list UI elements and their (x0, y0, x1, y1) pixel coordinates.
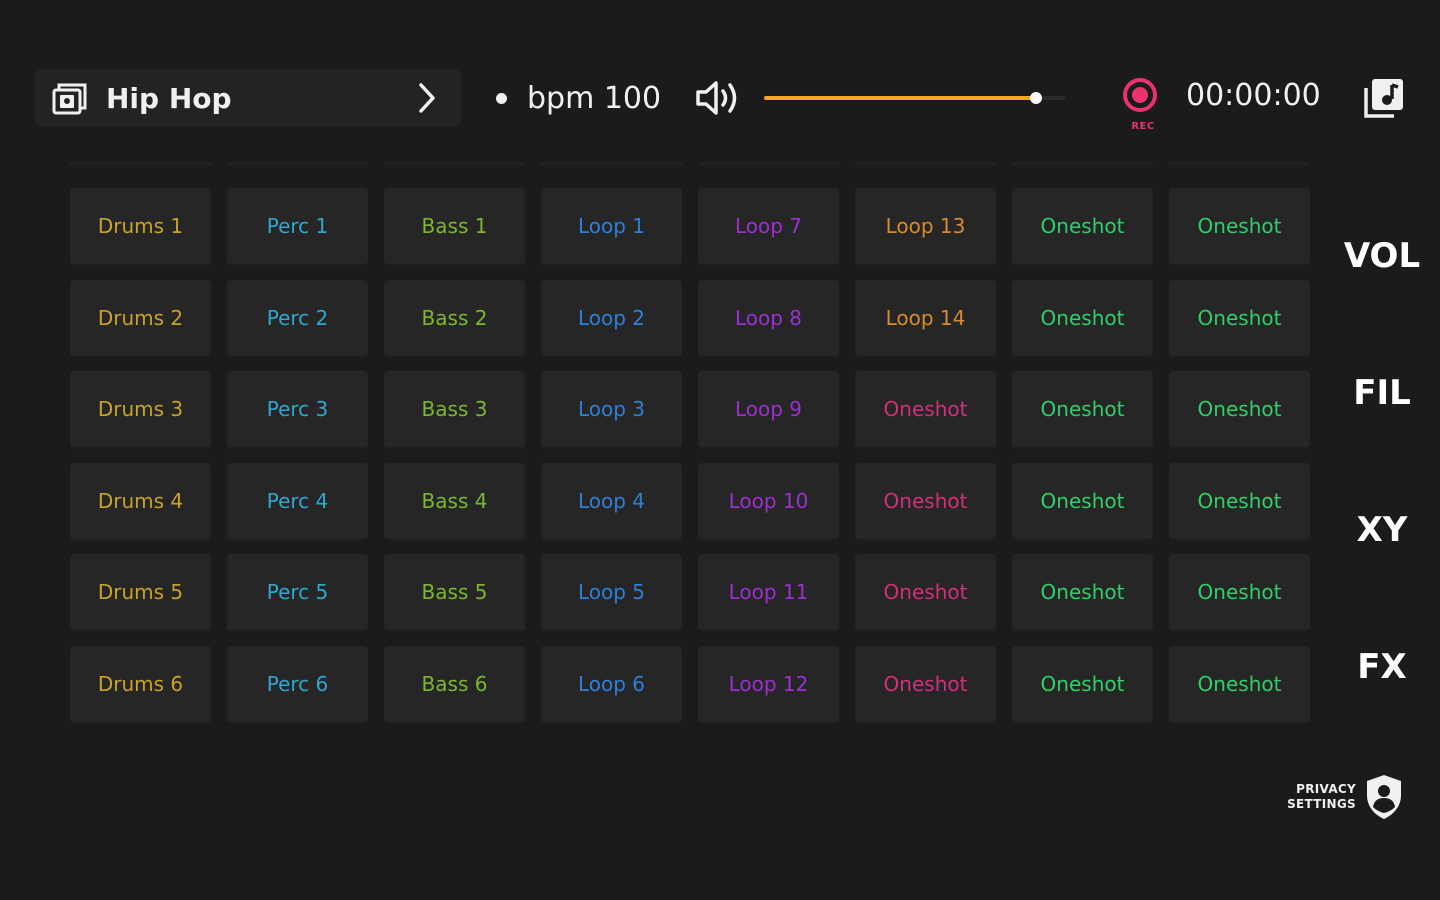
preset-name: Hip Hop (106, 81, 232, 115)
sample-pad[interactable]: Perc 3 (227, 371, 368, 447)
sample-pad[interactable]: Drums 1 (70, 188, 211, 264)
sample-pad[interactable]: Oneshot (1012, 371, 1153, 447)
privacy-shield-icon (1362, 772, 1406, 822)
sample-pad[interactable]: Bass 1 (384, 188, 525, 264)
recording-timer: 00:00:00 (1186, 78, 1321, 113)
sample-pad[interactable]: Loop 9 (698, 371, 839, 447)
speaker-volume-icon[interactable] (694, 76, 746, 120)
sample-pad[interactable]: Oneshot (1169, 645, 1310, 722)
sample-pad[interactable]: Loop 14 (855, 279, 996, 356)
sample-pad[interactable]: Bass 6 (384, 645, 525, 722)
column-guide (70, 162, 211, 165)
sample-pad[interactable]: Loop 2 (541, 279, 682, 356)
slider-fill (764, 96, 1036, 100)
tab-xy-pad[interactable]: XY (1330, 510, 1434, 550)
sample-pad[interactable]: Oneshot (1012, 645, 1153, 722)
privacy-settings-label: PRIVACY SETTINGS (1282, 782, 1356, 812)
column-guide (541, 162, 682, 165)
sample-pad[interactable]: Loop 10 (698, 462, 839, 539)
column-guide (384, 162, 525, 165)
sample-pad[interactable]: Loop 1 (541, 188, 682, 264)
record-button[interactable]: REC (1118, 76, 1168, 142)
sample-pad[interactable]: Loop 13 (855, 188, 996, 264)
sample-pad[interactable]: Oneshot (1012, 462, 1153, 539)
sample-pad[interactable]: Oneshot (1012, 188, 1153, 264)
sample-pad[interactable]: Loop 3 (541, 371, 682, 447)
sample-pad[interactable]: Oneshot (1169, 554, 1310, 630)
chevron-right-icon[interactable] (406, 78, 446, 118)
sample-pad[interactable]: Oneshot (855, 554, 996, 630)
preset-selector[interactable]: Hip Hop (34, 69, 462, 127)
sample-pad-area: Drums 1 Perc 1 Bass 1 Loop 1 Loop 7 Loop 13 On… (70, 160, 1310, 740)
column-guide (227, 162, 368, 165)
record-icon (1132, 87, 1148, 103)
column-guide (1169, 162, 1310, 165)
sample-pad[interactable]: Oneshot (855, 645, 996, 722)
sample-pad[interactable]: Loop 12 (698, 645, 839, 722)
sample-pad[interactable]: Perc 1 (227, 188, 368, 264)
sample-pad[interactable]: Oneshot (1012, 554, 1153, 630)
bpm-label: bpm 100 (527, 80, 662, 116)
sample-pad[interactable]: Oneshot (1169, 188, 1310, 264)
sample-pad[interactable]: Oneshot (1169, 279, 1310, 356)
column-guide (1012, 162, 1153, 165)
sample-pad[interactable]: Bass 2 (384, 279, 525, 356)
sample-pad[interactable]: Loop 8 (698, 279, 839, 356)
sample-pad[interactable]: Perc 5 (227, 554, 368, 630)
tab-filter[interactable]: FIL (1330, 373, 1434, 413)
sample-pad[interactable]: Loop 6 (541, 645, 682, 722)
sample-pad[interactable]: Loop 4 (541, 462, 682, 539)
privacy-label-line1: PRIVACY (1296, 782, 1356, 796)
sample-pad[interactable]: Bass 5 (384, 554, 525, 630)
sample-pad-grid: Drums 1 Perc 1 Bass 1 Loop 1 Loop 7 Loop 13 On… (70, 188, 1310, 722)
sample-pad[interactable]: Perc 4 (227, 462, 368, 539)
sample-pad[interactable]: Drums 5 (70, 554, 211, 630)
pad-column-guides (70, 162, 1310, 166)
sample-pad[interactable]: Loop 11 (698, 554, 839, 630)
sample-pack-icon (50, 78, 90, 118)
sample-pad[interactable]: Oneshot (855, 371, 996, 447)
bpm-control[interactable]: bpm 100 (496, 78, 661, 118)
privacy-settings-button[interactable]: PRIVACY SETTINGS (1282, 770, 1412, 824)
top-bar: Hip Hop bpm 100 REC 00:00:00 (0, 0, 1440, 150)
sample-pad[interactable]: Oneshot (1169, 462, 1310, 539)
tab-volume[interactable]: VOL (1330, 236, 1434, 276)
sample-pad[interactable]: Perc 2 (227, 279, 368, 356)
sample-pad[interactable]: Oneshot (855, 462, 996, 539)
tempo-indicator-dot (496, 92, 507, 104)
record-label: REC (1131, 121, 1155, 132)
tab-effects[interactable]: FX (1330, 647, 1434, 687)
sample-pad[interactable]: Loop 5 (541, 554, 682, 630)
music-library-icon[interactable] (1360, 74, 1408, 122)
sample-pad[interactable]: Drums 2 (70, 279, 211, 356)
sample-pad[interactable]: Bass 4 (384, 462, 525, 539)
sample-pad[interactable]: Oneshot (1169, 371, 1310, 447)
sample-pad[interactable]: Oneshot (1012, 279, 1153, 356)
master-volume-slider[interactable] (764, 86, 1066, 110)
sample-pad[interactable]: Perc 6 (227, 645, 368, 722)
privacy-label-line2: SETTINGS (1287, 797, 1356, 811)
column-guide (855, 162, 996, 165)
sample-pad[interactable]: Bass 3 (384, 371, 525, 447)
sample-pad[interactable]: Drums 6 (70, 645, 211, 722)
slider-thumb[interactable] (1029, 92, 1042, 104)
sample-pad[interactable]: Loop 7 (698, 188, 839, 264)
sample-pad[interactable]: Drums 3 (70, 371, 211, 447)
column-guide (698, 162, 839, 165)
sample-pad[interactable]: Drums 4 (70, 462, 211, 539)
